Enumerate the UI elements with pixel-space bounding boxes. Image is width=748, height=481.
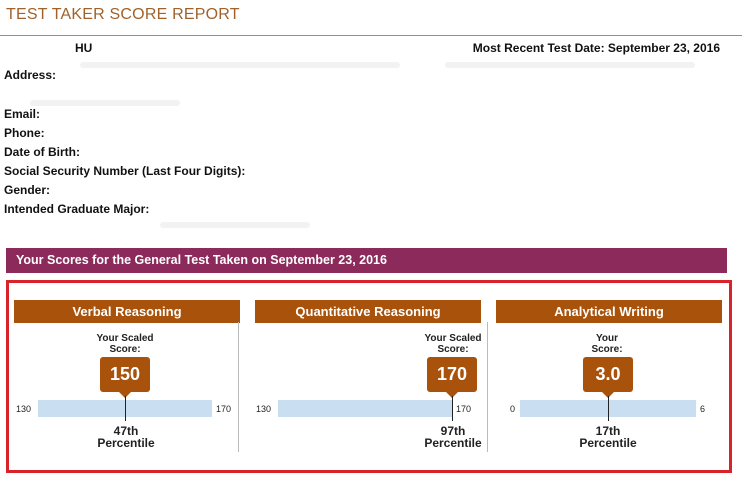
scaled-score-label: Your Scaled Score: bbox=[90, 333, 160, 355]
panel-separator bbox=[238, 322, 239, 452]
redacted-text bbox=[445, 62, 695, 68]
score-box: 150 bbox=[100, 357, 150, 392]
scores-banner: Your Scores for the General Test Taken o… bbox=[6, 248, 727, 273]
test-taker-name: HU bbox=[75, 41, 93, 55]
scaled-label-line: Score: bbox=[109, 344, 141, 355]
range-max-tick: 6 bbox=[700, 404, 706, 414]
scaled-label-line: Score: bbox=[437, 344, 469, 355]
score-marker bbox=[607, 396, 609, 421]
percentile-label: 17th Percentile bbox=[568, 425, 648, 449]
title-divider bbox=[0, 35, 742, 36]
report-title: TEST TAKER SCORE REPORT bbox=[6, 6, 240, 23]
redacted-text bbox=[80, 62, 400, 68]
percentile-word: Percentile bbox=[97, 436, 155, 450]
score-box: 3.0 bbox=[583, 357, 633, 392]
range-min-tick: 130 bbox=[256, 404, 272, 414]
score-marker bbox=[124, 396, 126, 421]
analytical-writing-panel: Analytical Writing Your Score: 3.0 0 6 1… bbox=[496, 300, 722, 452]
verbal-reasoning-panel: Verbal Reasoning Your Scaled Score: 150 … bbox=[14, 300, 240, 452]
field-gender-label: Gender: bbox=[4, 183, 51, 197]
field-email-label: Email: bbox=[4, 107, 41, 121]
section-header: Quantitative Reasoning bbox=[255, 300, 481, 323]
range-max-tick: 170 bbox=[456, 404, 472, 414]
percentile-word: Percentile bbox=[424, 436, 482, 450]
percentile-word: Percentile bbox=[579, 436, 637, 450]
section-header: Verbal Reasoning bbox=[14, 300, 240, 323]
field-major-label: Intended Graduate Major: bbox=[4, 202, 150, 216]
range-max-tick: 170 bbox=[216, 404, 232, 414]
redacted-text bbox=[160, 222, 310, 228]
redacted-text bbox=[30, 100, 180, 106]
score-box: 170 bbox=[427, 357, 477, 392]
scaled-label-line: Your bbox=[595, 333, 619, 344]
field-address-label: Address: bbox=[4, 68, 57, 82]
scaled-label-line: Score: bbox=[591, 344, 623, 355]
field-ssn-label: Social Security Number (Last Four Digits… bbox=[4, 164, 246, 178]
scaled-label-line: Your Scaled bbox=[96, 333, 154, 344]
range-min-tick: 130 bbox=[16, 404, 32, 414]
field-phone-label: Phone: bbox=[4, 126, 45, 140]
scaled-score-label: Your Scaled Score: bbox=[418, 333, 488, 355]
score-marker bbox=[451, 396, 453, 421]
section-header: Analytical Writing bbox=[496, 300, 722, 323]
scaled-label-line: Your Scaled bbox=[424, 333, 482, 344]
quantitative-reasoning-panel: Quantitative Reasoning Your Scaled Score… bbox=[255, 300, 488, 452]
score-range-bar bbox=[278, 400, 452, 417]
field-dob-label: Date of Birth: bbox=[4, 145, 80, 159]
scaled-score-label: Your Score: bbox=[572, 333, 642, 355]
most-recent-test-date: Most Recent Test Date: September 23, 201… bbox=[472, 41, 720, 55]
percentile-label: 47th Percentile bbox=[86, 425, 166, 449]
range-min-tick: 0 bbox=[510, 404, 516, 414]
percentile-label: 97th Percentile bbox=[413, 425, 493, 449]
